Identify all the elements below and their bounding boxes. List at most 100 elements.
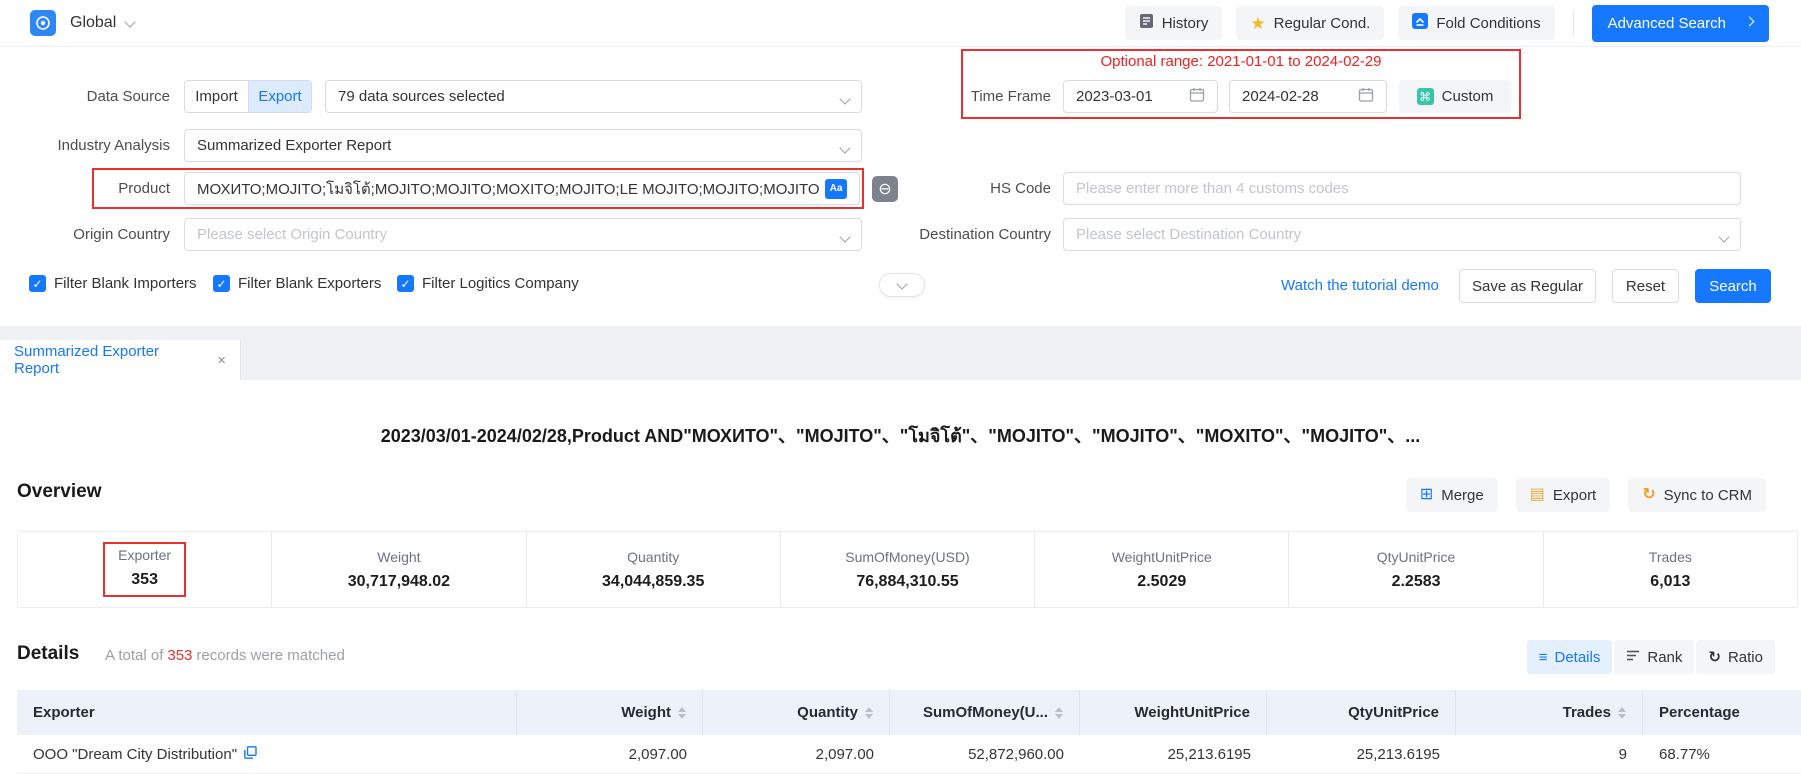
cell-weight: 2,097.00 xyxy=(517,735,703,773)
column-label: QtyUnitPrice xyxy=(1348,704,1439,721)
hs-code-label: HS Code xyxy=(889,172,1051,205)
view-ratio-button[interactable]: ↻ Ratio xyxy=(1696,640,1775,674)
regular-cond-button[interactable]: ★ Regular Cond. xyxy=(1236,6,1384,40)
stat-label: WeightUnitPrice xyxy=(1112,549,1212,565)
company-profile-icon[interactable] xyxy=(244,746,257,763)
stat-value: 34,044,859.35 xyxy=(602,573,704,591)
fold-icon xyxy=(1412,13,1428,33)
data-source-select[interactable]: 79 data sources selected xyxy=(325,80,862,113)
stat-value: 76,884,310.55 xyxy=(856,573,958,591)
app-logo-icon xyxy=(30,10,56,36)
column-header-quantity[interactable]: Quantity xyxy=(703,690,890,735)
origin-country-select[interactable]: Please select Origin Country xyxy=(184,218,862,251)
save-as-regular-button[interactable]: Save as Regular xyxy=(1459,269,1596,303)
stat-exporter: Exporter 353 xyxy=(18,532,271,607)
sort-icon[interactable] xyxy=(865,707,873,719)
column-label: Quantity xyxy=(797,704,858,721)
start-date-value: 2023-03-01 xyxy=(1076,88,1153,105)
stat-weight-unit-price: WeightUnitPrice 2.5029 xyxy=(1034,532,1288,607)
search-button[interactable]: Search xyxy=(1695,269,1771,303)
filter-blank-importers-checkbox[interactable]: ✓ Filter Blank Importers xyxy=(29,275,197,292)
export-toggle[interactable]: Export xyxy=(248,81,311,112)
data-source-value: 79 data sources selected xyxy=(338,88,505,105)
destination-country-label: Destination Country xyxy=(889,218,1051,251)
translate-icon[interactable]: Aa xyxy=(825,179,847,199)
reset-button[interactable]: Reset xyxy=(1612,269,1679,303)
history-button[interactable]: History xyxy=(1125,6,1223,40)
product-value: МОХИТО;MOJITO;โมจิโต้;MOJITO;MOJITO;MOXI… xyxy=(197,177,819,201)
column-header-sum-of-money[interactable]: SumOfMoney(U... xyxy=(890,690,1080,735)
stat-sum-of-money: SumOfMoney(USD) 76,884,310.55 xyxy=(780,532,1034,607)
chevron-right-icon xyxy=(1745,17,1755,27)
view-rank-button[interactable]: Rank xyxy=(1614,640,1694,674)
exporter-name[interactable]: OOO "Dream City Distribution" xyxy=(33,746,237,763)
topbar: Global History ★ Regular Cond. Fold Cond… xyxy=(0,0,1801,47)
cell-qty-unit-price: 25,213.6195 xyxy=(1267,735,1456,773)
chevron-down-icon xyxy=(839,231,850,242)
stat-label: QtyUnitPrice xyxy=(1377,549,1456,565)
chevron-down-icon xyxy=(1718,231,1729,242)
overview-title: Overview xyxy=(17,481,102,503)
origin-country-label: Origin Country xyxy=(0,218,170,251)
tab-summarized-exporter-report[interactable]: Summarized Exporter Report × xyxy=(0,340,241,380)
stat-value: 2.2583 xyxy=(1392,573,1441,591)
industry-analysis-label: Industry Analysis xyxy=(0,129,170,162)
filter-blank-exporters-checkbox[interactable]: ✓ Filter Blank Exporters xyxy=(213,275,381,292)
import-toggle[interactable]: Import xyxy=(185,81,248,112)
column-label: WeightUnitPrice xyxy=(1134,704,1250,721)
fold-conditions-label: Fold Conditions xyxy=(1436,15,1540,32)
stat-value: 2.5029 xyxy=(1137,573,1186,591)
custom-label: Custom xyxy=(1442,88,1494,105)
fold-conditions-button[interactable]: Fold Conditions xyxy=(1398,6,1554,40)
industry-analysis-select[interactable]: Summarized Exporter Report xyxy=(184,129,862,162)
data-source-label: Data Source xyxy=(0,80,170,113)
filter-logistics-company-checkbox[interactable]: ✓ Filter Logitics Company xyxy=(397,275,579,292)
query-summary: 2023/03/01-2024/02/28,Product AND"МОХИТО… xyxy=(0,421,1801,450)
sort-icon[interactable] xyxy=(1618,707,1626,719)
rank-icon xyxy=(1626,649,1640,665)
column-header-weight[interactable]: Weight xyxy=(517,690,703,735)
chevron-down-icon xyxy=(839,142,850,153)
table-header-row: Exporter Weight Quantity SumOfMoney(U...… xyxy=(17,690,1801,735)
advanced-search-button[interactable]: Advanced Search xyxy=(1592,5,1769,42)
details-total-text: A total of353records were matched xyxy=(105,647,345,664)
optional-range-text: Optional range: 2021-01-01 to 2024-02-29 xyxy=(963,53,1519,70)
data-source-toggle: Import Export xyxy=(184,80,312,113)
history-label: History xyxy=(1162,15,1209,32)
column-header-trades[interactable]: Trades xyxy=(1456,690,1643,735)
collapse-form-button[interactable] xyxy=(879,273,925,297)
start-date-input[interactable]: 2023-03-01 xyxy=(1063,80,1218,113)
product-label: Product xyxy=(0,172,170,205)
cell-weight-unit-price: 25,213.6195 xyxy=(1080,735,1267,773)
custom-range-button[interactable]: ⌘ Custom xyxy=(1399,80,1511,113)
tutorial-link[interactable]: Watch the tutorial demo xyxy=(1281,277,1439,294)
column-header-qty-unit-price: QtyUnitPrice xyxy=(1267,690,1456,735)
column-label: Exporter xyxy=(33,704,95,721)
destination-country-select[interactable]: Please select Destination Country xyxy=(1063,218,1741,251)
column-label: Percentage xyxy=(1659,704,1740,721)
table-row[interactable]: OOO "Dream City Distribution" 2,097.00 2… xyxy=(17,735,1801,774)
end-date-input[interactable]: 2024-02-28 xyxy=(1229,80,1387,113)
view-details-button[interactable]: ≡ Details xyxy=(1527,640,1613,674)
merge-button[interactable]: ⊞ Merge xyxy=(1406,478,1498,512)
sort-icon[interactable] xyxy=(678,707,686,719)
product-input[interactable]: МОХИТО;MOJITO;โมจิโต้;MOJITO;MOJITO;MOXI… xyxy=(184,172,860,205)
custom-icon: ⌘ xyxy=(1417,88,1434,105)
column-header-percentage: Percentage xyxy=(1643,690,1801,735)
view-toggle-group: ≡ Details Rank ↻ Ratio xyxy=(1527,640,1775,674)
total-count: 353 xyxy=(163,647,196,664)
export-button[interactable]: ▤ Export xyxy=(1516,478,1610,512)
checkbox-checked-icon: ✓ xyxy=(29,275,46,292)
details-title: Details xyxy=(17,643,79,665)
sync-to-crm-label: Sync to CRM xyxy=(1664,487,1752,504)
sort-icon[interactable] xyxy=(1055,707,1063,719)
checkbox-label: Filter Blank Exporters xyxy=(238,275,381,292)
region-selector-label[interactable]: Global xyxy=(70,14,116,32)
sync-to-crm-button[interactable]: ↻ Sync to CRM xyxy=(1628,478,1766,512)
stat-value: 30,717,948.02 xyxy=(348,573,450,591)
close-icon[interactable]: × xyxy=(217,352,226,369)
chevron-down-icon xyxy=(896,278,907,289)
hs-code-input[interactable]: Please enter more than 4 customs codes xyxy=(1063,172,1741,205)
cell-trades: 9 xyxy=(1456,735,1643,773)
chevron-down-icon[interactable] xyxy=(125,16,136,27)
